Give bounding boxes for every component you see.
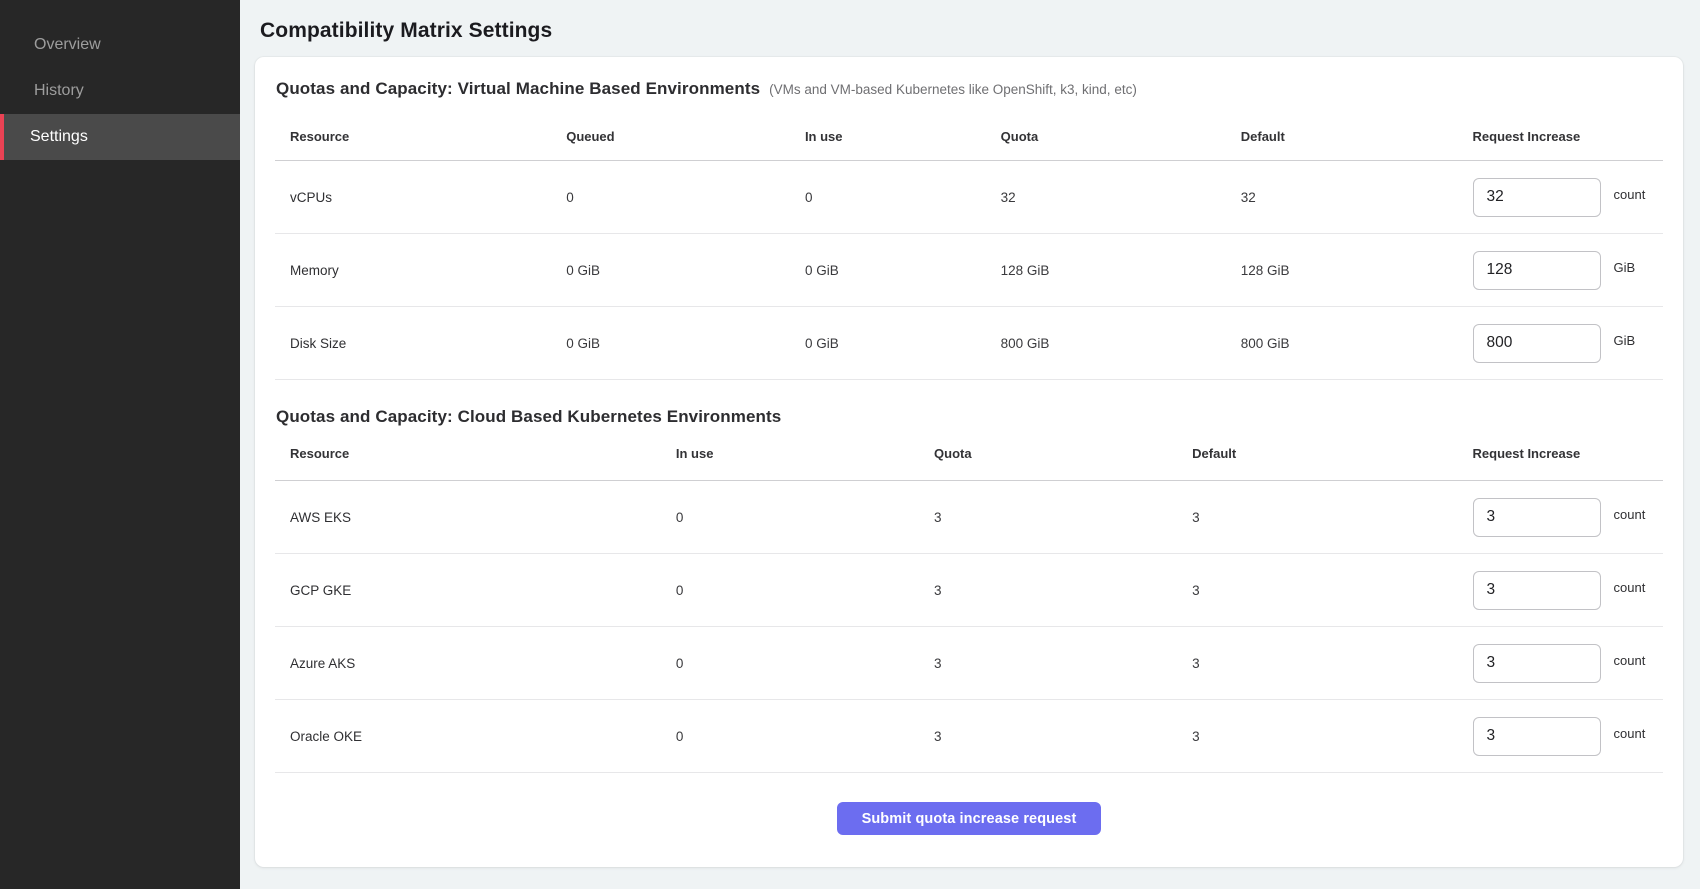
quota-value: 3 bbox=[919, 656, 1177, 671]
vm-col-request-increase: Request Increase bbox=[1458, 129, 1663, 144]
table-row-azure-aks: Azure AKS 0 3 3 count bbox=[275, 627, 1663, 700]
table-row-gcp-gke: GCP GKE 0 3 3 count bbox=[275, 554, 1663, 627]
default-value: 128 GiB bbox=[1226, 263, 1458, 278]
unit-label: count bbox=[1614, 580, 1646, 595]
azure-aks-request-input[interactable] bbox=[1473, 644, 1601, 683]
queued-value: 0 bbox=[551, 190, 790, 205]
request-increase-cell: GiB bbox=[1458, 324, 1663, 363]
in-use-value: 0 GiB bbox=[790, 336, 986, 351]
sidebar-item-settings[interactable]: Settings bbox=[0, 114, 240, 160]
quota-value: 3 bbox=[919, 510, 1177, 525]
submit-row: Submit quota increase request bbox=[275, 773, 1663, 835]
default-value: 3 bbox=[1177, 656, 1457, 671]
unit-label: count bbox=[1614, 726, 1646, 741]
in-use-value: 0 bbox=[661, 510, 919, 525]
resource-name: Disk Size bbox=[275, 336, 551, 351]
request-increase-cell: count bbox=[1458, 178, 1663, 217]
unit-label: count bbox=[1614, 507, 1646, 522]
request-increase-cell: GiB bbox=[1458, 251, 1663, 290]
in-use-value: 0 bbox=[661, 729, 919, 744]
table-row-oracle-oke: Oracle OKE 0 3 3 count bbox=[275, 700, 1663, 773]
memory-request-input[interactable] bbox=[1473, 251, 1601, 290]
submit-quota-increase-button[interactable]: Submit quota increase request bbox=[837, 802, 1102, 835]
vm-table-header-row: Resource Queued In use Quota Default Req… bbox=[275, 99, 1663, 161]
oracle-oke-request-input[interactable] bbox=[1473, 717, 1601, 756]
request-increase-cell: count bbox=[1458, 644, 1663, 683]
vm-col-default: Default bbox=[1226, 129, 1458, 144]
resource-name: Azure AKS bbox=[275, 656, 661, 671]
settings-card: Quotas and Capacity: Virtual Machine Bas… bbox=[255, 57, 1683, 867]
vm-col-in-use: In use bbox=[790, 129, 986, 144]
cloud-col-quota: Quota bbox=[919, 446, 1177, 461]
sidebar-item-history-label: History bbox=[34, 82, 84, 100]
vcpus-request-input[interactable] bbox=[1473, 178, 1601, 217]
default-value: 800 GiB bbox=[1226, 336, 1458, 351]
unit-label: count bbox=[1614, 653, 1646, 668]
cloud-col-request-increase: Request Increase bbox=[1458, 446, 1663, 461]
default-value: 3 bbox=[1177, 729, 1457, 744]
resource-name: AWS EKS bbox=[275, 510, 661, 525]
page-title: Compatibility Matrix Settings bbox=[260, 19, 1683, 43]
quota-value: 3 bbox=[919, 583, 1177, 598]
main-content: Compatibility Matrix Settings Quotas and… bbox=[240, 0, 1700, 889]
in-use-value: 0 bbox=[661, 656, 919, 671]
sidebar-item-history[interactable]: History bbox=[0, 68, 240, 114]
cloud-section-title: Quotas and Capacity: Cloud Based Kuberne… bbox=[276, 407, 781, 427]
cloud-table-header-row: Resource In use Quota Default Request In… bbox=[275, 427, 1663, 481]
vm-col-quota: Quota bbox=[986, 129, 1226, 144]
table-row-vcpus: vCPUs 0 0 32 32 count bbox=[275, 161, 1663, 234]
aws-eks-request-input[interactable] bbox=[1473, 498, 1601, 537]
table-row-disk-size: Disk Size 0 GiB 0 GiB 800 GiB 800 GiB Gi… bbox=[275, 307, 1663, 380]
vm-col-queued: Queued bbox=[551, 129, 790, 144]
sidebar-item-settings-label: Settings bbox=[30, 128, 88, 146]
resource-name: Oracle OKE bbox=[275, 729, 661, 744]
queued-value: 0 GiB bbox=[551, 336, 790, 351]
disk-size-request-input[interactable] bbox=[1473, 324, 1601, 363]
unit-label: count bbox=[1614, 187, 1646, 202]
request-increase-cell: count bbox=[1458, 571, 1663, 610]
sidebar-item-overview[interactable]: Overview bbox=[0, 22, 240, 68]
vm-section-title: Quotas and Capacity: Virtual Machine Bas… bbox=[276, 79, 760, 99]
quota-value: 800 GiB bbox=[986, 336, 1226, 351]
quota-value: 3 bbox=[919, 729, 1177, 744]
sidebar: Overview History Settings bbox=[0, 0, 240, 889]
cloud-col-in-use: In use bbox=[661, 446, 919, 461]
unit-label: GiB bbox=[1614, 333, 1636, 348]
gcp-gke-request-input[interactable] bbox=[1473, 571, 1601, 610]
quota-value: 32 bbox=[986, 190, 1226, 205]
queued-value: 0 GiB bbox=[551, 263, 790, 278]
resource-name: vCPUs bbox=[275, 190, 551, 205]
resource-name: GCP GKE bbox=[275, 583, 661, 598]
unit-label: GiB bbox=[1614, 260, 1636, 275]
table-row-memory: Memory 0 GiB 0 GiB 128 GiB 128 GiB GiB bbox=[275, 234, 1663, 307]
sidebar-nav: Overview History Settings bbox=[0, 22, 240, 160]
quota-value: 128 GiB bbox=[986, 263, 1226, 278]
default-value: 32 bbox=[1226, 190, 1458, 205]
request-increase-cell: count bbox=[1458, 717, 1663, 756]
sidebar-item-overview-label: Overview bbox=[34, 36, 101, 54]
default-value: 3 bbox=[1177, 583, 1457, 598]
app-window: Overview History Settings Compatibility … bbox=[0, 0, 1700, 889]
in-use-value: 0 GiB bbox=[790, 263, 986, 278]
request-increase-cell: count bbox=[1458, 498, 1663, 537]
cloud-col-default: Default bbox=[1177, 446, 1457, 461]
vm-col-resource: Resource bbox=[275, 129, 551, 144]
vm-section-header: Quotas and Capacity: Virtual Machine Bas… bbox=[276, 79, 1663, 99]
resource-name: Memory bbox=[275, 263, 551, 278]
cloud-col-resource: Resource bbox=[275, 446, 661, 461]
table-row-aws-eks: AWS EKS 0 3 3 count bbox=[275, 481, 1663, 554]
in-use-value: 0 bbox=[661, 583, 919, 598]
in-use-value: 0 bbox=[790, 190, 986, 205]
vm-section-subtitle: (VMs and VM-based Kubernetes like OpenSh… bbox=[769, 82, 1137, 97]
vm-quota-table: Resource Queued In use Quota Default Req… bbox=[275, 99, 1663, 380]
cloud-quota-table: Resource In use Quota Default Request In… bbox=[275, 427, 1663, 773]
cloud-section-header: Quotas and Capacity: Cloud Based Kuberne… bbox=[276, 407, 1663, 427]
default-value: 3 bbox=[1177, 510, 1457, 525]
